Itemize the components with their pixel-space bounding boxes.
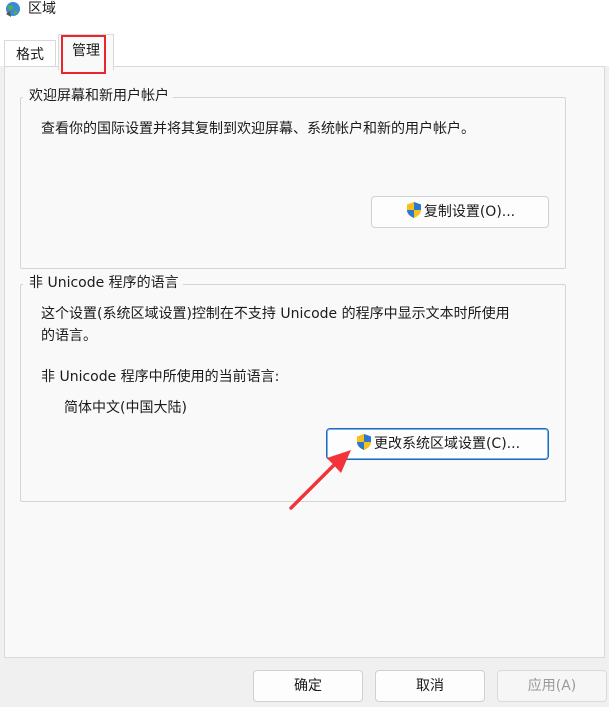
tab-strip: 格式 管理 [0, 32, 609, 70]
change-system-locale-button[interactable]: 更改系统区域设置(C)... [326, 428, 549, 460]
dialog-footer: 确定 取消 应用(A) [0, 658, 609, 707]
copy-settings-label: 复制设置(O)... [423, 204, 516, 220]
welcome-description: 查看你的国际设置并将其复制到欢迎屏幕、系统帐户和新的用户帐户。 [41, 121, 475, 137]
globe-icon [6, 2, 20, 17]
welcome-screen-group: 欢迎屏幕和新用户帐户 查看你的国际设置并将其复制到欢迎屏幕、系统帐户和新的用户帐… [20, 87, 566, 269]
cancel-button[interactable]: 取消 [375, 670, 485, 702]
welcome-group-legend: 欢迎屏幕和新用户帐户 [23, 87, 173, 105]
tab-format[interactable]: 格式 [4, 40, 56, 69]
non-unicode-description-line1: 这个设置(系统区域设置)控制在不支持 Unicode 的程序中显示文本时所使用 [41, 306, 510, 322]
uac-shield-icon [356, 434, 371, 450]
tab-administrative[interactable]: 管理 [58, 34, 114, 70]
current-language-label: 非 Unicode 程序中所使用的当前语言: [41, 369, 280, 385]
non-unicode-description-line2: 的语言。 [41, 328, 97, 344]
ok-button[interactable]: 确定 [253, 670, 363, 702]
uac-shield-icon [406, 202, 421, 218]
change-system-locale-label: 更改系统区域设置(C)... [373, 436, 521, 452]
region-dialog: 区域 格式 管理 欢迎屏幕和新用户帐户 查看你的国际设置并将其复制到欢迎屏幕、系… [0, 0, 609, 707]
tab-panel: 欢迎屏幕和新用户帐户 查看你的国际设置并将其复制到欢迎屏幕、系统帐户和新的用户帐… [4, 66, 605, 658]
current-language-value: 简体中文(中国大陆) [64, 400, 187, 416]
non-unicode-group: 非 Unicode 程序的语言 这个设置(系统区域设置)控制在不支持 Unico… [20, 274, 566, 502]
apply-button[interactable]: 应用(A) [497, 670, 607, 702]
title-bar: 区域 [0, 0, 609, 32]
non-unicode-group-legend: 非 Unicode 程序的语言 [23, 274, 183, 292]
window-title: 区域 [28, 1, 56, 17]
copy-settings-button[interactable]: 复制设置(O)... [371, 196, 549, 228]
